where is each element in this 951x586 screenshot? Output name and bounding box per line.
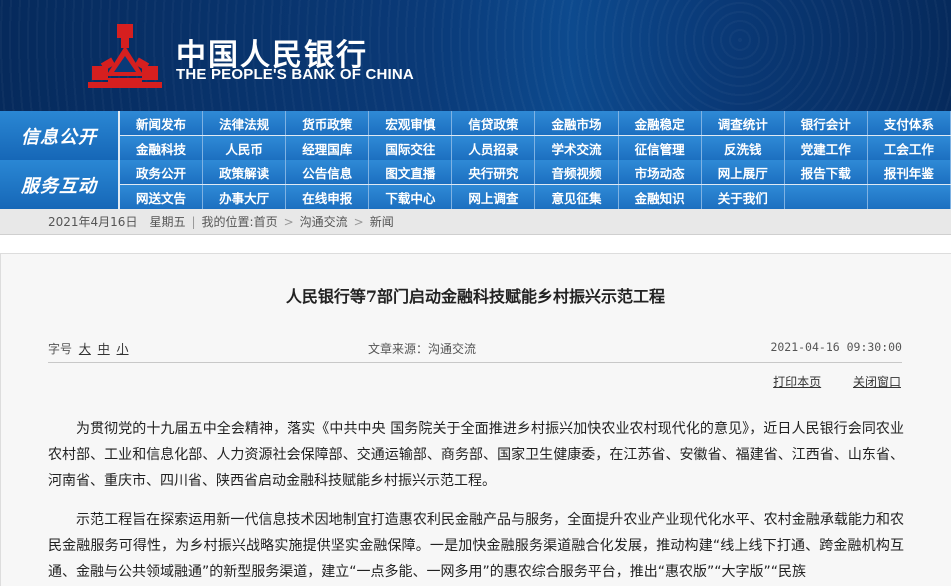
current-date: 2021年4月16日 bbox=[48, 215, 138, 229]
nav-info-item-18[interactable]: 党建工作 bbox=[784, 136, 868, 160]
font-size-controls: 字号 大 中 小 bbox=[48, 340, 129, 357]
nav-service-item-16[interactable]: 金融知识 bbox=[618, 185, 702, 209]
nav-service-item-3[interactable]: 图文直播 bbox=[369, 160, 453, 184]
nav-service-item-17[interactable]: 关于我们 bbox=[701, 185, 785, 209]
nav-service-item-19 bbox=[867, 185, 951, 209]
nav-info-item-1[interactable]: 法律法规 bbox=[203, 111, 287, 135]
breadcrumb-current-link[interactable]: 新闻 bbox=[370, 213, 394, 230]
nav-info-item-6[interactable]: 金融稳定 bbox=[618, 111, 702, 135]
article-source: 文章来源：沟通交流 bbox=[368, 342, 477, 356]
nav-info-item-19[interactable]: 工会工作 bbox=[867, 136, 951, 160]
nav-info-item-2[interactable]: 货币政策 bbox=[286, 111, 370, 135]
pboc-emblem-icon[interactable] bbox=[88, 22, 162, 90]
nav-info-item-9[interactable]: 支付体系 bbox=[867, 111, 951, 135]
nav-service-item-6[interactable]: 市场动态 bbox=[618, 160, 702, 184]
nav-service-block: 服务互动 政务公开 政策解读 公告信息 图文直播 央行研究 音频视频 市场动态 网上展厅 报告下… bbox=[0, 160, 951, 209]
font-size-small-link[interactable]: 小 bbox=[117, 342, 129, 356]
print-page-link[interactable]: 打印本页 bbox=[773, 375, 821, 389]
nav-service-item-12[interactable]: 在线申报 bbox=[286, 185, 370, 209]
nav-service-item-11[interactable]: 办事大厅 bbox=[203, 185, 287, 209]
nav-info-item-4[interactable]: 信贷政策 bbox=[452, 111, 536, 135]
nav-info-item-10[interactable]: 金融科技 bbox=[120, 136, 204, 160]
nav-service-item-7[interactable]: 网上展厅 bbox=[701, 160, 785, 184]
article-paragraph-1: 为贯彻党的十九届五中全会精神，落实《中共中央 国务院关于全面推进乡村振兴加快农业… bbox=[48, 421, 904, 489]
article-datetime: 2021-04-16 09:30:00 bbox=[770, 340, 902, 354]
nav-service-item-10[interactable]: 网送文告 bbox=[120, 185, 204, 209]
nav-info-label[interactable]: 信息公开 bbox=[0, 111, 118, 160]
nav-service-item-2[interactable]: 公告信息 bbox=[286, 160, 370, 184]
article-title: 人民银行等7部门启动金融科技赋能乡村振兴示范工程 bbox=[285, 287, 666, 306]
breadcrumb-home-link[interactable]: 首页 bbox=[254, 213, 278, 230]
nav-service-item-14[interactable]: 网上调查 bbox=[452, 185, 536, 209]
separator: | bbox=[191, 214, 196, 229]
nav-info-block: 信息公开 新闻发布 法律法规 货币政策 宏观审慎 信贷政策 金融市场 金融稳定 调查统计 银行会… bbox=[0, 111, 951, 160]
nav-info-item-11[interactable]: 人民币 bbox=[203, 136, 287, 160]
nav-service-grid: 政务公开 政策解读 公告信息 图文直播 央行研究 音频视频 市场动态 网上展厅 报告下载 报刊年鉴… bbox=[120, 160, 951, 209]
close-window-link[interactable]: 关闭窗口 bbox=[853, 375, 901, 389]
nav-info-grid: 新闻发布 法律法规 货币政策 宏观审慎 信贷政策 金融市场 金融稳定 调查统计 银行会计 支付体系… bbox=[120, 111, 951, 160]
location-label: 我的位置: bbox=[201, 215, 254, 229]
nav-info-item-7[interactable]: 调查统计 bbox=[701, 111, 785, 135]
header-banner: 中国人民银行 THE PEOPLE'S BANK OF CHINA bbox=[0, 0, 951, 111]
current-weekday: 星期五 bbox=[149, 215, 186, 229]
nav-info-item-5[interactable]: 金融市场 bbox=[535, 111, 619, 135]
nav-service-item-13[interactable]: 下载中心 bbox=[369, 185, 453, 209]
article-paragraph-2: 示范工程旨在探索运用新一代信息技术因地制宜打造惠农利民金融产品与服务，全面提升农… bbox=[48, 512, 904, 580]
article-meta: 字号 大 中 小 文章来源：沟通交流 2021-04-16 09:30:00 bbox=[48, 340, 902, 356]
nav-service-item-18 bbox=[784, 185, 868, 209]
separator: > bbox=[283, 214, 294, 229]
nav-info-item-13[interactable]: 国际交往 bbox=[369, 136, 453, 160]
logo-english-name: THE PEOPLE'S BANK OF CHINA bbox=[176, 66, 414, 83]
nav-info-item-15[interactable]: 学术交流 bbox=[535, 136, 619, 160]
nav-info-item-3[interactable]: 宏观审慎 bbox=[369, 111, 453, 135]
nav-service-label[interactable]: 服务互动 bbox=[0, 160, 118, 209]
nav-info-item-16[interactable]: 征信管理 bbox=[618, 136, 702, 160]
meta-divider bbox=[48, 362, 902, 363]
nav-service-item-8[interactable]: 报告下载 bbox=[784, 160, 868, 184]
nav-service-item-1[interactable]: 政策解读 bbox=[203, 160, 287, 184]
nav-service-item-0[interactable]: 政务公开 bbox=[120, 160, 204, 184]
nav-service-item-5[interactable]: 音频视频 bbox=[535, 160, 619, 184]
article-actions: 打印本页 关闭窗口 bbox=[745, 373, 901, 390]
font-size-large-link[interactable]: 大 bbox=[79, 342, 91, 356]
nav-service-item-9[interactable]: 报刊年鉴 bbox=[867, 160, 951, 184]
breadcrumb: 2021年4月16日 星期五 | 我的位置: 首页 > 沟通交流 > 新闻 bbox=[0, 209, 951, 235]
main-navigation: 信息公开 新闻发布 法律法规 货币政策 宏观审慎 信贷政策 金融市场 金融稳定 调查统计 银行会… bbox=[0, 111, 951, 209]
nav-info-item-8[interactable]: 银行会计 bbox=[784, 111, 868, 135]
breadcrumb-section-link[interactable]: 沟通交流 bbox=[300, 213, 348, 230]
nav-info-item-14[interactable]: 人员招录 bbox=[452, 136, 536, 160]
nav-info-item-12[interactable]: 经理国库 bbox=[286, 136, 370, 160]
font-size-medium-link[interactable]: 中 bbox=[98, 342, 110, 356]
nav-info-item-0[interactable]: 新闻发布 bbox=[120, 111, 204, 135]
font-size-label: 字号 bbox=[48, 342, 73, 356]
nav-service-item-15[interactable]: 意见征集 bbox=[535, 185, 619, 209]
nav-service-item-4[interactable]: 央行研究 bbox=[452, 160, 536, 184]
separator: > bbox=[353, 214, 364, 229]
nav-info-item-17[interactable]: 反洗钱 bbox=[701, 136, 785, 160]
